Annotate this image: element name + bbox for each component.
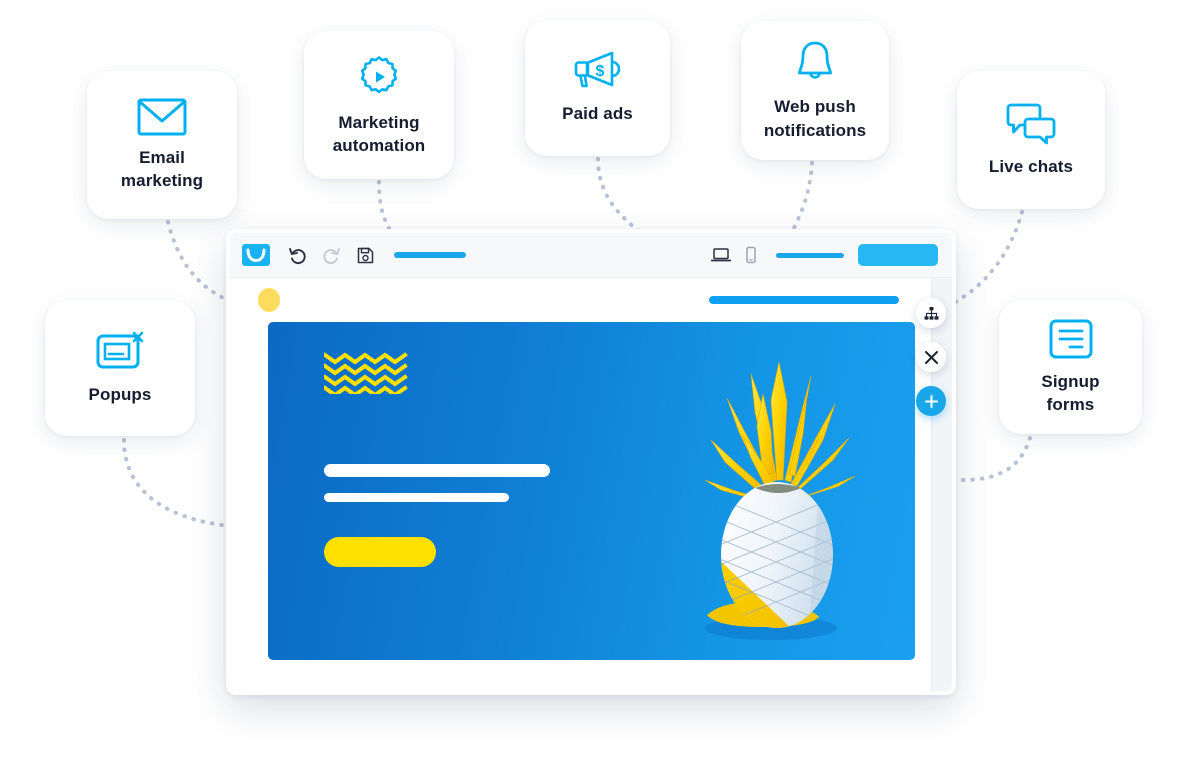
toolbar-secondary-placeholder bbox=[776, 252, 844, 258]
plus-icon[interactable] bbox=[916, 386, 946, 416]
gear-play-icon bbox=[355, 53, 403, 101]
channel-card-popups[interactable]: Popups bbox=[45, 300, 195, 436]
email-editor-window bbox=[226, 229, 956, 695]
envelope-icon bbox=[137, 98, 187, 136]
channel-card-label: Email marketing bbox=[120, 147, 204, 190]
megaphone-dollar-icon: $ bbox=[572, 50, 624, 92]
channel-card-label: Signup forms bbox=[1041, 371, 1100, 414]
hero-cta-button[interactable] bbox=[324, 537, 436, 567]
channel-card-email-marketing[interactable]: Email marketing bbox=[87, 71, 237, 219]
pineapple-product-image bbox=[704, 361, 856, 640]
primary-action-button[interactable] bbox=[858, 244, 938, 266]
close-x-icon[interactable] bbox=[916, 342, 946, 372]
undo-arrow-icon[interactable] bbox=[284, 242, 310, 268]
chat-bubbles-icon bbox=[1006, 101, 1056, 145]
connector-signupforms bbox=[960, 436, 1032, 482]
sitemap-icon[interactable] bbox=[916, 298, 946, 328]
form-lines-icon bbox=[1048, 318, 1094, 360]
editor-toolbar bbox=[230, 233, 952, 278]
connector-webpush bbox=[788, 161, 814, 238]
marketing-channels-diagram: Email marketing Marketing automation $ P… bbox=[0, 0, 1193, 763]
canvas-header-row bbox=[230, 278, 931, 322]
svg-text:$: $ bbox=[595, 63, 604, 80]
hero-banner-block[interactable] bbox=[268, 322, 915, 660]
channel-card-label: Paid ads bbox=[562, 104, 633, 124]
floppy-disk-icon[interactable] bbox=[352, 242, 378, 268]
envelope-logo-icon bbox=[242, 244, 270, 266]
connector-paidads bbox=[596, 157, 648, 238]
editor-body bbox=[230, 278, 952, 691]
channel-card-signup-forms[interactable]: Signup forms bbox=[999, 300, 1142, 434]
smartphone-icon[interactable] bbox=[738, 242, 764, 268]
channel-card-paid-ads[interactable]: $ Paid ads bbox=[525, 20, 670, 156]
editor-inner-frame bbox=[230, 233, 952, 691]
canvas-nav-placeholder[interactable] bbox=[709, 296, 899, 304]
channel-card-live-chats[interactable]: Live chats bbox=[957, 71, 1105, 209]
email-canvas[interactable] bbox=[230, 278, 931, 691]
document-title-placeholder bbox=[394, 252, 466, 258]
redo-arrow-icon[interactable] bbox=[318, 242, 344, 268]
channel-card-label: Live chats bbox=[988, 157, 1074, 177]
channel-card-label: Web push notifications bbox=[763, 97, 867, 140]
canvas-logo-placeholder[interactable] bbox=[258, 288, 280, 312]
hero-headline-placeholder[interactable] bbox=[324, 464, 550, 477]
channel-card-marketing-automation[interactable]: Marketing automation bbox=[304, 31, 454, 179]
connector-popups bbox=[122, 438, 224, 527]
laptop-icon[interactable] bbox=[708, 242, 734, 268]
popup-window-icon bbox=[95, 329, 145, 373]
channel-card-web-push-notifications[interactable]: Web push notifications bbox=[741, 21, 889, 160]
zigzag-decoration-icon bbox=[324, 352, 408, 394]
bell-icon bbox=[794, 39, 836, 85]
channel-card-label: Popups bbox=[88, 385, 152, 405]
channel-card-label: Marketing automation bbox=[332, 112, 426, 155]
connector-email bbox=[166, 220, 234, 304]
hero-subline-placeholder[interactable] bbox=[324, 493, 509, 502]
canvas-right-rail bbox=[931, 278, 952, 691]
